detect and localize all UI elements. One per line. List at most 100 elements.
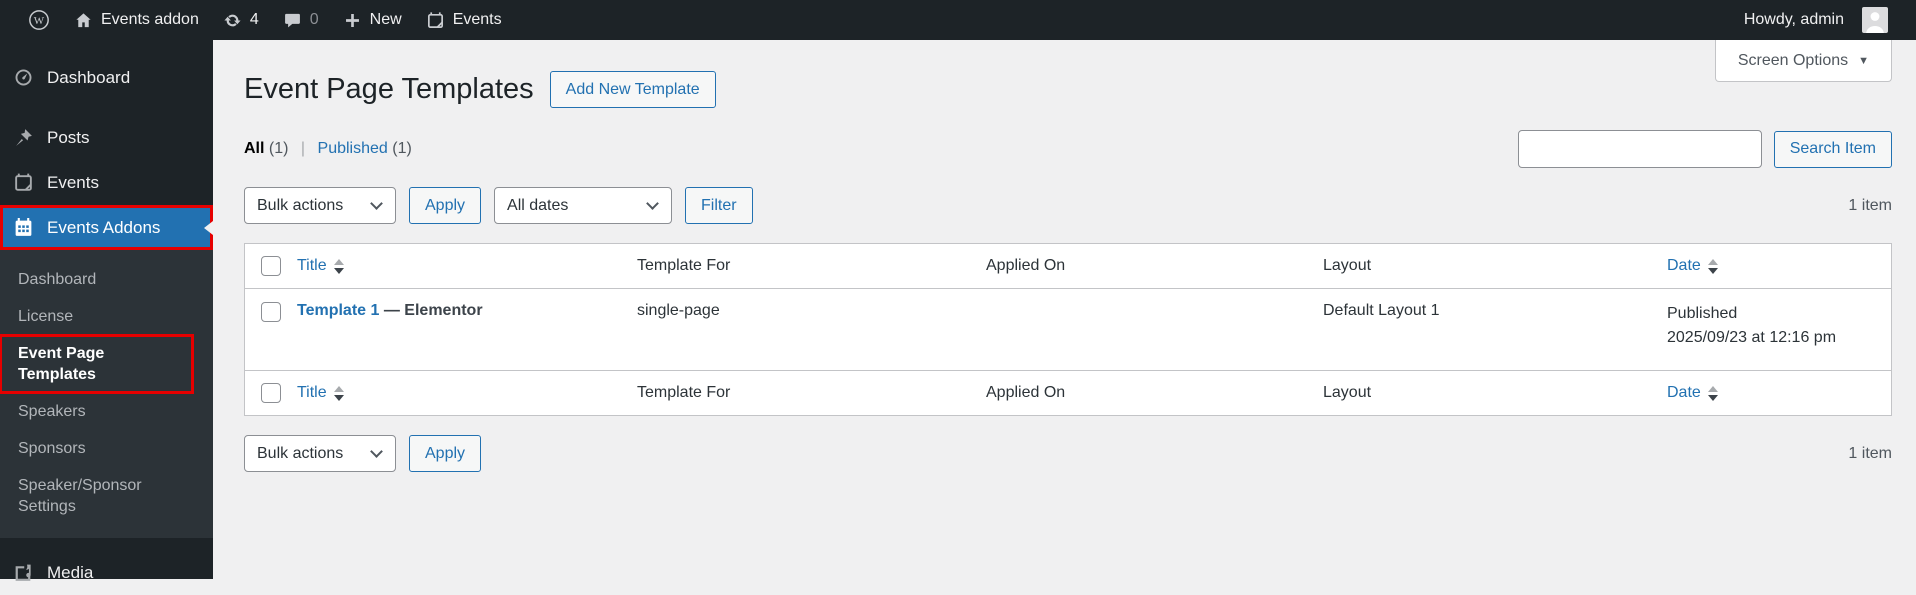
items-count-top: 1 item [1848,196,1892,214]
table-row: Template 1 — Elementor single-page Defau… [245,288,1891,371]
comments-count: 0 [309,11,319,28]
sidebar-item-label: Events Addons [47,217,161,237]
home-icon [76,12,91,27]
sort-by-title-link[interactable]: Title [297,257,344,275]
filter-all-link[interactable]: All [244,140,264,157]
sort-by-title-link[interactable]: Title [297,384,344,402]
submenu-item-speakers[interactable]: Speakers [0,393,213,430]
plus-icon [345,13,359,27]
dashboard-icon [15,69,32,86]
howdy-label: Howdy, admin [1743,11,1844,28]
submenu-item-license[interactable]: License [0,298,213,335]
events-addons-submenu: Dashboard License Event Page Templates S… [0,250,213,538]
apply-button-bottom[interactable]: Apply [409,435,482,472]
wordpress-logo-icon[interactable]: W [16,0,62,40]
comments-menu[interactable]: 0 [271,0,331,40]
admin-bar: W Events addon 4 0 New Events Howdy, adm… [0,0,1916,40]
pushpin-icon [16,129,32,146]
tablenav-bottom: Bulk actions Apply 1 item [244,435,1892,472]
row-checkbox[interactable] [261,302,281,322]
column-applied-on-label: Applied On [986,257,1066,274]
row-date-value: 2025/09/23 at 12:16 pm [1667,329,1837,346]
svg-text:W: W [34,15,45,27]
bulk-actions-select[interactable]: Bulk actions [244,187,396,224]
chevron-down-icon [370,197,383,210]
filter-published-count: (1) [392,140,412,157]
bulk-actions-value: Bulk actions [257,196,344,214]
events-toolbar-label: Events [452,11,502,28]
column-layout-label: Layout [1323,384,1372,401]
my-account-menu[interactable]: Howdy, admin [1732,0,1900,40]
status-filter-links: All (1) | Published (1) [244,140,412,158]
sidebar-item-media[interactable]: Media [0,550,213,595]
sidebar-item-posts[interactable]: Posts [0,115,213,160]
sort-by-date-link[interactable]: Date [1667,257,1718,275]
filter-all-count: (1) [268,140,289,157]
select-all-checkbox[interactable] [261,383,281,403]
submenu-item-event-page-templates[interactable]: Event Page Templates [0,334,194,394]
site-name-label: Events addon [101,11,199,28]
row-template-for: single-page [637,302,720,319]
column-layout-label: Layout [1323,257,1372,274]
sidebar-item-dashboard[interactable]: Dashboard [0,55,213,100]
bulk-actions-select-bottom[interactable]: Bulk actions [244,435,396,472]
table-footer-row: Title Template For Applied On Layout Dat… [245,371,1891,415]
sort-arrows-icon [1707,385,1718,401]
sidebar-item-label: Dashboard [47,67,131,87]
sidebar-item-events[interactable]: Events [0,160,213,205]
column-template-for-label: Template For [637,257,731,274]
sort-arrows-icon [333,385,344,401]
avatar [1862,7,1888,33]
main-content: Screen Options ▼ Event Page Templates Ad… [213,40,1916,579]
sidebar-item-label: Posts [47,127,90,147]
screen-options-tab[interactable]: Screen Options ▼ [1714,40,1892,82]
filter-button[interactable]: Filter [685,187,753,224]
column-date-label: Date [1667,257,1701,274]
sidebar-item-label: Events [47,172,99,192]
table-header-row: Title Template For Applied On Layout Dat… [245,244,1891,288]
column-applied-on-label: Applied On [986,384,1066,401]
row-post-state: — Elementor [383,302,483,319]
filter-published-link[interactable]: Published [318,140,388,157]
apply-button[interactable]: Apply [409,187,482,224]
events-toolbar-menu[interactable]: Events [414,0,514,40]
items-count-bottom: 1 item [1848,444,1892,462]
admin-sidebar: Dashboard Posts Events Events Addons Das… [0,40,213,582]
search-input[interactable] [1517,130,1762,168]
new-content-menu[interactable]: New [331,0,414,40]
templates-table: Title Template For Applied On Layout Dat… [244,243,1892,416]
current-menu-arrow-icon [204,220,213,235]
row-title-link[interactable]: Template 1 [297,302,379,319]
sidebar-item-events-addons[interactable]: Events Addons [0,205,213,250]
row-applied-on [986,289,1323,370]
row-layout: Default Layout 1 [1323,302,1440,319]
updates-count: 4 [249,11,259,28]
sort-by-date-link[interactable]: Date [1667,384,1718,402]
all-dates-value: All dates [507,196,569,214]
select-all-checkbox[interactable] [261,256,281,276]
site-name-menu[interactable]: Events addon [62,0,211,40]
chevron-down-icon: ▼ [1858,54,1869,67]
submenu-item-sponsors[interactable]: Sponsors [0,430,213,467]
sort-arrows-icon [1707,258,1718,274]
chevron-down-icon [370,445,383,458]
column-title-label: Title [297,257,327,274]
add-new-template-button[interactable]: Add New Template [549,71,716,108]
submenu-item-speaker-sponsor-settings[interactable]: Speaker/Sponsor Settings [0,467,170,525]
filter-separator: | [300,140,306,157]
calendar-icon [15,173,32,191]
submenu-item-dashboard[interactable]: Dashboard [0,261,213,298]
calendar-grid-icon [15,218,32,236]
all-dates-select[interactable]: All dates [494,187,673,224]
row-date-status: Published [1667,305,1738,322]
bulk-actions-value: Bulk actions [257,444,344,462]
chevron-down-icon [646,197,659,210]
column-date-label: Date [1667,384,1701,401]
updates-icon [224,14,241,26]
updates-menu[interactable]: 4 [211,0,271,40]
new-label: New [369,11,402,28]
page-title: Event Page Templates [244,72,534,105]
tablenav-top: Bulk actions Apply All dates Filter 1 it… [244,187,1892,224]
search-item-button[interactable]: Search Item [1773,130,1892,168]
column-template-for-label: Template For [637,384,731,401]
